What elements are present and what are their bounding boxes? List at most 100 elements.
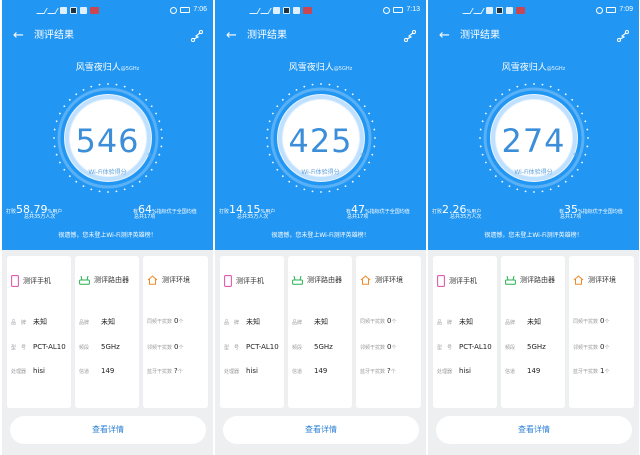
back-arrow-icon[interactable]: ← bbox=[226, 29, 237, 43]
gauge-dot bbox=[481, 120, 484, 123]
gauge-dot bbox=[571, 98, 574, 101]
signal-icon bbox=[47, 7, 59, 14]
home-icon bbox=[147, 275, 158, 285]
wifi-ssid: 风雪夜归人@5GHz bbox=[75, 63, 140, 73]
card-title: 测评环境 bbox=[375, 276, 403, 284]
card-title: 测评手机 bbox=[236, 277, 264, 285]
status-bar: 7:06 bbox=[2, 0, 213, 22]
share-icon[interactable] bbox=[191, 30, 203, 42]
router-icon bbox=[505, 275, 516, 285]
test-phone-card: 测评手机 品 牌未知 型 号 PCT-AL10 处理器 hisi bbox=[7, 256, 71, 408]
wifi-ssid: 风雪夜归人@5GHz bbox=[501, 63, 566, 73]
router-brand-row: 品牌 未知 bbox=[79, 318, 115, 326]
card-title: 测评路由器 bbox=[520, 276, 555, 284]
status-time: 7:13 bbox=[406, 6, 420, 13]
result-header: 7:13 ← 测评结果 风雪夜归人@5GHz 425 分 Wi-Fi体验得分 打… bbox=[215, 0, 426, 250]
gauge-dot bbox=[63, 105, 66, 108]
phone-model-row: 型 号 PCT-AL10 bbox=[437, 343, 492, 351]
page-title: 测评结果 bbox=[34, 30, 74, 41]
gauge-dot bbox=[107, 83, 109, 85]
back-arrow-icon[interactable]: ← bbox=[439, 29, 450, 43]
gauge-dot bbox=[138, 180, 141, 183]
gauge-dot bbox=[371, 120, 374, 123]
total-tests: 总共35万人次 bbox=[450, 214, 482, 220]
bluetooth-interference-row: 蓝牙干扰数 ?个 bbox=[147, 367, 183, 375]
gauge-dot bbox=[516, 85, 519, 88]
page-title: 测评结果 bbox=[247, 30, 287, 41]
card-title: 测评手机 bbox=[23, 277, 51, 285]
phone-model-row: 型 号 PCT-AL10 bbox=[11, 343, 66, 351]
cochannel-interference-row: 同频干扰数 0个 bbox=[360, 317, 397, 325]
gauge-dot bbox=[368, 161, 371, 164]
ranking-message: 很遗憾，您未登上Wi-Fi测评英雄榜！ bbox=[58, 232, 157, 239]
gauge-dot bbox=[524, 190, 527, 193]
bluetooth-interference-row: 蓝牙干扰数 1个 bbox=[573, 367, 610, 375]
gauge-dot bbox=[501, 180, 504, 183]
score-label: Wi-Fi体验得分 bbox=[301, 169, 340, 176]
gauge-dot bbox=[564, 180, 567, 183]
wifi-score: 546 bbox=[75, 122, 140, 160]
gauge-dot bbox=[303, 188, 306, 191]
gauge-dot bbox=[533, 191, 535, 193]
gauge-dot bbox=[145, 98, 148, 101]
notification-icon bbox=[293, 7, 300, 14]
gauge-dot bbox=[295, 185, 298, 188]
signal-icon bbox=[249, 7, 261, 14]
score-unit: 分 bbox=[360, 153, 366, 159]
back-arrow-icon[interactable]: ← bbox=[13, 29, 24, 43]
gauge-dot bbox=[584, 120, 587, 123]
gauge-dot bbox=[320, 83, 322, 85]
status-time: 7:09 bbox=[619, 6, 633, 13]
phone-brand-row: 品 牌未知 bbox=[437, 318, 473, 326]
gauge-dot bbox=[98, 83, 101, 86]
gauge-dot bbox=[344, 88, 347, 91]
gauge-dot bbox=[541, 190, 544, 193]
share-icon[interactable] bbox=[404, 30, 416, 42]
alarm-icon bbox=[383, 6, 391, 14]
notification-icon bbox=[506, 7, 513, 14]
router-channel-row: 信道 149 bbox=[505, 367, 541, 375]
router-icon bbox=[79, 275, 90, 285]
phone-cpu-row: 处理器 hisi bbox=[11, 367, 45, 375]
gauge-dot bbox=[549, 85, 552, 88]
router-band-row: 频段 5GHz bbox=[505, 343, 546, 351]
screenshot-row: 7:06 ← 测评结果 风雪夜归人@5GHz 546 分 Wi-Fi体验得分 打… bbox=[0, 0, 640, 455]
cochannel-interference-row: 同频干扰数 0个 bbox=[147, 317, 184, 325]
signal-icon bbox=[473, 7, 485, 14]
app-bar: ← 测评结果 bbox=[2, 26, 213, 48]
phone-cpu-row: 处理器 hisi bbox=[437, 367, 471, 375]
gauge-dot bbox=[288, 180, 291, 183]
notification-icon bbox=[516, 7, 525, 14]
test-environment-card: 测评环境 同频干扰数 0个 邻频干扰数 0个 蓝牙干扰数 1个 bbox=[569, 256, 634, 408]
view-details-button[interactable]: 查看详情 bbox=[436, 416, 632, 444]
adjacent-interference-row: 邻频干扰数 0个 bbox=[147, 343, 184, 351]
wifi-icon bbox=[486, 7, 493, 14]
gauge-dot bbox=[524, 83, 527, 86]
card-title: 测评路由器 bbox=[94, 276, 129, 284]
share-icon[interactable] bbox=[617, 30, 629, 42]
total-tests: 总共35万人次 bbox=[24, 214, 56, 220]
gauge-dot bbox=[150, 105, 153, 108]
router-band-row: 频段 5GHz bbox=[292, 343, 333, 351]
gauge-dot bbox=[303, 85, 306, 88]
score-unit: 分 bbox=[147, 153, 153, 159]
card-title: 测评路由器 bbox=[307, 276, 342, 284]
gauge-dot bbox=[82, 88, 85, 91]
gauge-dot bbox=[68, 98, 71, 101]
gauge-dot bbox=[131, 185, 134, 188]
gauge-dot bbox=[295, 88, 298, 91]
alarm-icon bbox=[170, 6, 178, 14]
gauge-dot bbox=[320, 191, 322, 193]
wifi-icon bbox=[60, 7, 67, 14]
gauge-dot bbox=[281, 98, 284, 101]
gauge-dot bbox=[58, 112, 61, 115]
battery-icon bbox=[180, 7, 191, 13]
status-bar: 7:09 bbox=[428, 0, 639, 22]
gauge-dot bbox=[75, 93, 78, 96]
gauge-dot bbox=[82, 185, 85, 188]
ranking-message: 很遗憾，您未登上Wi-Fi测评英雄榜！ bbox=[271, 232, 370, 239]
phone-screen-1: 7:06 ← 测评结果 风雪夜归人@5GHz 546 分 Wi-Fi体验得分 打… bbox=[2, 0, 213, 455]
battery-icon bbox=[606, 7, 617, 13]
view-details-button[interactable]: 查看详情 bbox=[223, 416, 419, 444]
view-details-button[interactable]: 查看详情 bbox=[10, 416, 206, 444]
